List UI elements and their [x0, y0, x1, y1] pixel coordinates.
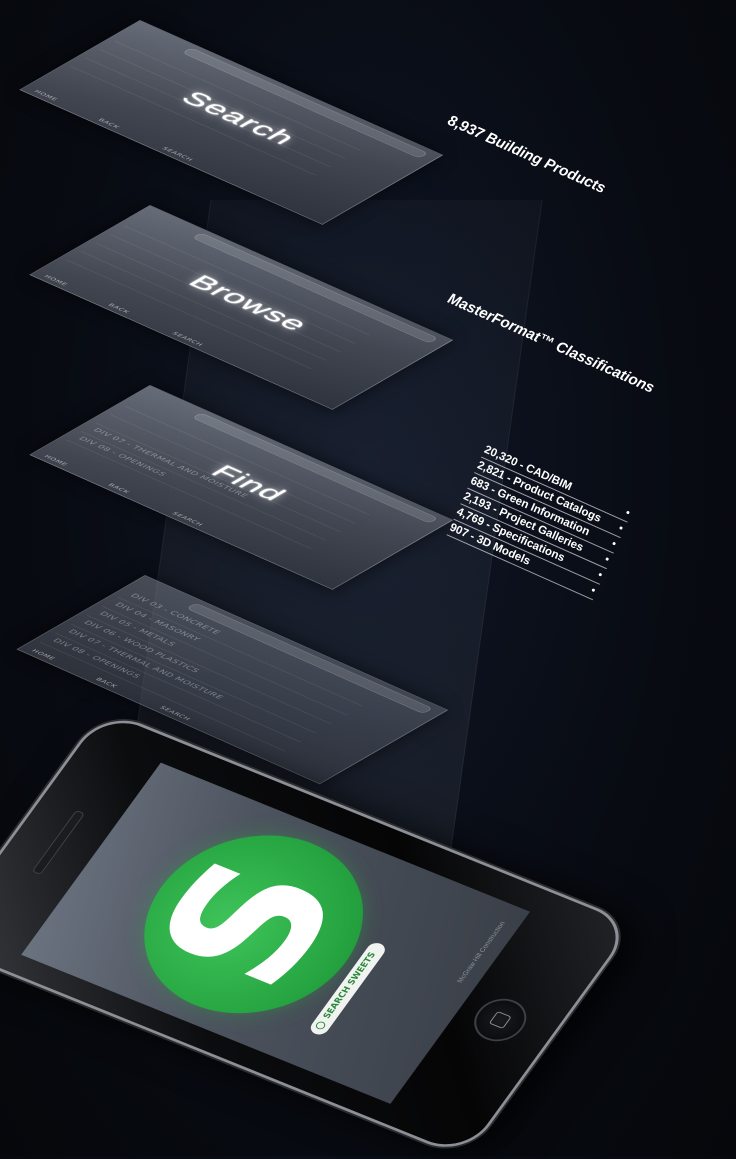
bullet-icon [626, 510, 631, 515]
nav-home-button[interactable]: HOME [43, 274, 70, 287]
nav-search-button[interactable]: SEARCH [170, 331, 204, 347]
layer-title: Search [173, 87, 304, 149]
nav-back-button[interactable]: BACK [107, 303, 131, 315]
sweets-logo-icon: S [102, 806, 405, 1043]
nav-home-button[interactable]: HOME [30, 648, 57, 661]
nav-search-button[interactable]: SEARCH [160, 146, 194, 162]
search-icon [314, 1020, 328, 1031]
bullet-icon [591, 588, 596, 593]
bullet-icon [612, 541, 617, 546]
home-button[interactable] [464, 991, 537, 1049]
home-square-icon [488, 1011, 512, 1030]
bullet-icon [619, 526, 624, 531]
callout-building-products: 8,937 Building Products [445, 112, 609, 198]
scene: Search HOME BACK SEARCH Browse HOME BACK SEARCH… [0, 0, 736, 1159]
logo-letter: S [114, 830, 386, 1015]
nav-home-button[interactable]: HOME [43, 454, 70, 467]
bullet-icon [598, 572, 603, 577]
bullet-icon [605, 557, 610, 562]
nav-back-button[interactable]: BACK [97, 118, 121, 130]
footer-brand: McGraw Hill Construction [456, 920, 507, 984]
phone-speaker [31, 809, 86, 875]
layer-screen-search: Search HOME BACK SEARCH [19, 20, 444, 225]
nav-back-button[interactable]: BACK [107, 483, 131, 495]
nav-back-button[interactable]: BACK [94, 677, 119, 689]
nav-home-button[interactable]: HOME [33, 89, 60, 102]
